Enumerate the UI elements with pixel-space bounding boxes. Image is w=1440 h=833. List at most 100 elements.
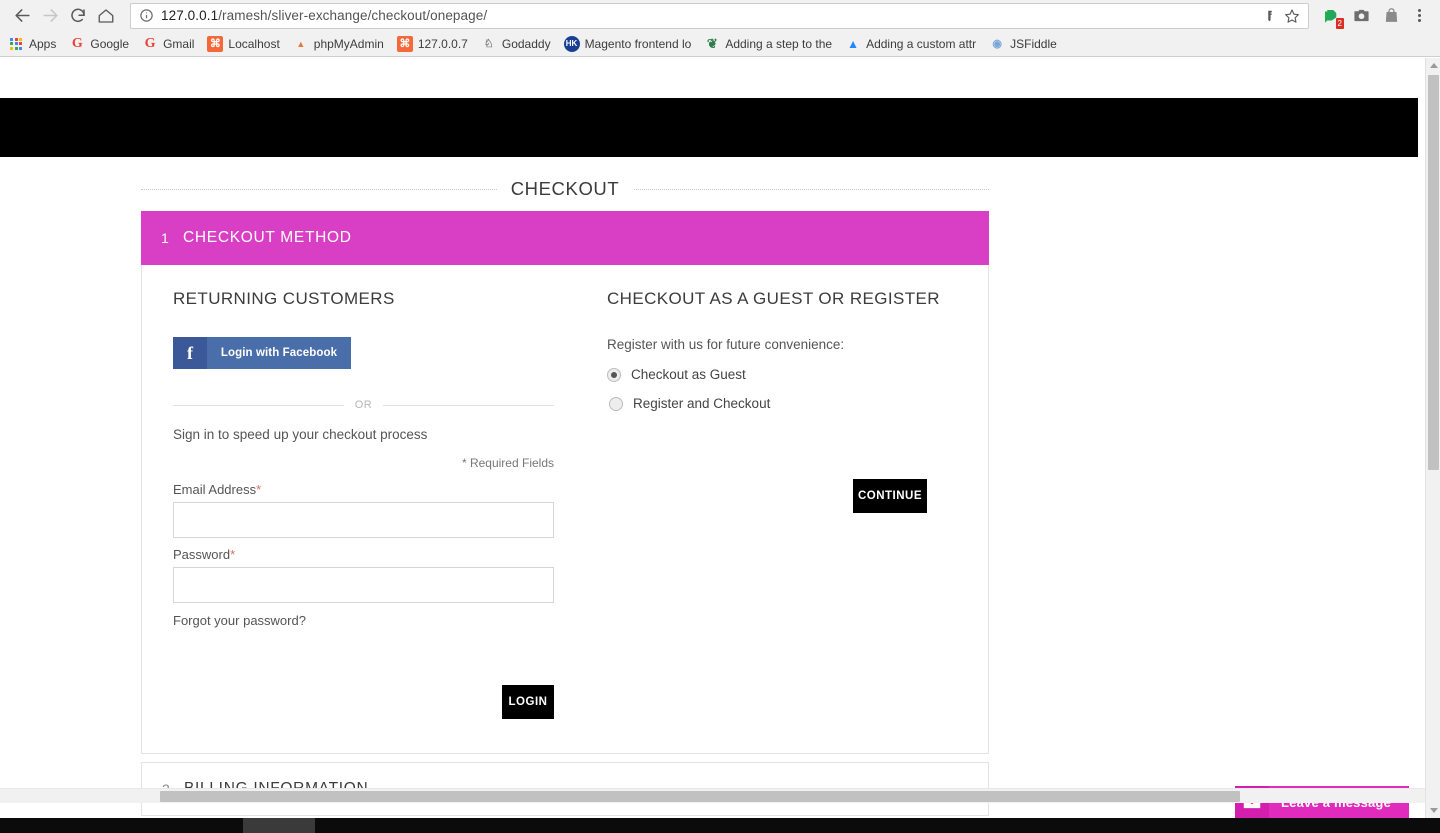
checkout-container: CHECKOUT 1 CHECKOUT METHOD RETURNING CUS… bbox=[141, 176, 989, 833]
key-icon[interactable] bbox=[1260, 6, 1280, 26]
extension-green-icon[interactable]: 2 bbox=[1316, 2, 1346, 30]
extension-icons: 2 bbox=[1316, 2, 1432, 30]
radio-register-and-checkout[interactable]: Register and Checkout bbox=[607, 396, 957, 411]
bookmark-label: Gmail bbox=[163, 36, 195, 51]
gmail-icon: G bbox=[144, 35, 156, 51]
scroll-up-arrow-icon[interactable] bbox=[1426, 58, 1440, 73]
address-bar[interactable]: 127.0.0.1/ramesh/sliver-exchange/checkou… bbox=[130, 2, 1309, 29]
back-arrow-icon[interactable] bbox=[8, 2, 36, 30]
register-note: Register with us for future convenience: bbox=[607, 337, 845, 352]
page-title-row: CHECKOUT bbox=[141, 176, 989, 202]
returning-customers-heading: RETURNING CUSTOMERS bbox=[173, 289, 395, 308]
step-body-checkout-method: RETURNING CUSTOMERS f Login with Faceboo… bbox=[141, 265, 989, 754]
extension-badge: 2 bbox=[1335, 17, 1344, 29]
magento-icon: HK bbox=[563, 35, 580, 52]
camera-icon[interactable] bbox=[1346, 2, 1376, 30]
page-info-icon[interactable] bbox=[139, 8, 154, 23]
bookmark-localhost[interactable]: ⌘ Localhost bbox=[207, 35, 280, 52]
required-marker: * bbox=[230, 547, 236, 562]
bookmark-star-icon[interactable] bbox=[1282, 6, 1302, 26]
required-marker: * bbox=[256, 482, 262, 497]
signin-helper-text: Sign in to speed up your checkout proces… bbox=[173, 427, 428, 442]
bookmark-label: phpMyAdmin bbox=[313, 36, 384, 51]
url-text: 127.0.0.1/ramesh/sliver-exchange/checkou… bbox=[161, 8, 1258, 23]
password-label: Password* bbox=[173, 547, 585, 562]
home-icon[interactable] bbox=[92, 2, 120, 30]
radio-icon-unselected[interactable] bbox=[609, 396, 623, 411]
url-path: /ramesh/sliver-exchange/checkout/onepage… bbox=[218, 8, 488, 23]
email-label-text: Email Address bbox=[173, 482, 257, 497]
facebook-login-button[interactable]: f Login with Facebook bbox=[173, 337, 351, 369]
taskbar-item[interactable] bbox=[243, 818, 315, 833]
atlassian-icon: ▲ bbox=[847, 36, 859, 51]
continue-button-row: CONTINUE bbox=[607, 479, 957, 513]
vertical-scrollbar-thumb[interactable] bbox=[1428, 75, 1439, 470]
reload-icon[interactable] bbox=[64, 2, 92, 30]
or-separator: OR bbox=[173, 399, 554, 411]
bookmark-jsfiddle[interactable]: ◉ JSFiddle bbox=[989, 36, 1057, 52]
forward-arrow-icon bbox=[36, 2, 64, 30]
chrome-menu-icon[interactable] bbox=[1406, 2, 1432, 30]
bookmark-label: Localhost bbox=[228, 36, 280, 51]
browser-window: 127.0.0.1/ramesh/sliver-exchange/checkou… bbox=[0, 0, 1440, 833]
xampp-icon: ⌘ bbox=[207, 35, 224, 52]
checkout-accordion: 1 CHECKOUT METHOD RETURNING CUSTOMERS f … bbox=[141, 211, 989, 833]
guest-register-column: CHECKOUT AS A GUEST OR REGISTER Register… bbox=[585, 289, 957, 719]
bookmark-label: 127.0.0.7 bbox=[417, 36, 468, 51]
step-title: CHECKOUT METHOD bbox=[183, 229, 352, 246]
bookmark-adding-step[interactable]: ❦ Adding a step to the bbox=[704, 36, 832, 52]
shopping-bag-icon[interactable] bbox=[1376, 2, 1406, 30]
scroll-down-arrow-icon[interactable] bbox=[1426, 803, 1440, 818]
bookmark-label: Godaddy bbox=[501, 36, 551, 51]
bookmark-label: Magento frontend lo bbox=[584, 36, 692, 51]
bookmark-gmail[interactable]: G Gmail bbox=[142, 35, 195, 52]
bookmark-godaddy[interactable]: ♘ Godaddy bbox=[481, 36, 551, 52]
bookmarks-bar: Apps G Google G Gmail ⌘ Localhost ▲ phpM… bbox=[0, 31, 1440, 57]
forgot-password-link[interactable]: Forgot your password? bbox=[173, 613, 306, 628]
returning-customers-column: RETURNING CUSTOMERS f Login with Faceboo… bbox=[173, 289, 585, 719]
horizontal-scrollbar-thumb[interactable] bbox=[160, 791, 1240, 802]
bookmark-custom-attr[interactable]: ▲ Adding a custom attr bbox=[845, 36, 976, 52]
guest-register-heading: CHECKOUT AS A GUEST OR REGISTER bbox=[607, 289, 940, 308]
bookmark-magento[interactable]: HK Magento frontend lo bbox=[563, 35, 692, 52]
login-button-row: LOGIN bbox=[173, 685, 554, 719]
email-field[interactable] bbox=[173, 502, 554, 538]
page-title: CHECKOUT bbox=[496, 178, 634, 200]
browser-toolbar: 127.0.0.1/ramesh/sliver-exchange/checkou… bbox=[0, 0, 1440, 31]
password-field[interactable] bbox=[173, 567, 554, 603]
os-taskbar bbox=[0, 818, 1440, 833]
continue-button[interactable]: CONTINUE bbox=[853, 479, 927, 513]
vertical-scrollbar[interactable] bbox=[1425, 58, 1440, 818]
or-label: OR bbox=[354, 399, 373, 411]
horizontal-scrollbar[interactable] bbox=[0, 788, 1425, 803]
email-label: Email Address* bbox=[173, 482, 585, 497]
bookmark-label: Apps bbox=[29, 36, 57, 51]
facebook-icon: f bbox=[173, 337, 207, 369]
site-header-banner bbox=[0, 98, 1418, 157]
bookmark-phpmyadmin[interactable]: ▲ phpMyAdmin bbox=[293, 36, 384, 52]
password-label-text: Password bbox=[173, 547, 231, 562]
bookmark-label: Adding a step to the bbox=[725, 36, 833, 51]
jsfiddle-icon: ◉ bbox=[992, 38, 1002, 50]
phpmyadmin-icon: ▲ bbox=[296, 38, 306, 49]
facebook-login-label: Login with Facebook bbox=[207, 337, 351, 369]
radio-label: Checkout as Guest bbox=[631, 367, 746, 382]
bookmark-apps[interactable]: Apps bbox=[8, 36, 56, 52]
bookmark-label: Google bbox=[90, 36, 130, 51]
login-button[interactable]: LOGIN bbox=[502, 685, 554, 719]
radio-checkout-as-guest[interactable]: Checkout as Guest bbox=[607, 367, 957, 382]
radio-icon-selected[interactable] bbox=[607, 367, 621, 382]
checkout-step-1: 1 CHECKOUT METHOD RETURNING CUSTOMERS f … bbox=[141, 211, 989, 754]
bookmark-127007[interactable]: ⌘ 127.0.0.7 bbox=[396, 35, 468, 52]
bookmark-label: JSFiddle bbox=[1010, 36, 1057, 51]
step-header-checkout-method[interactable]: 1 CHECKOUT METHOD bbox=[141, 211, 989, 265]
web-page: CHECKOUT 1 CHECKOUT METHOD RETURNING CUS… bbox=[0, 58, 1425, 833]
stackoverflow-icon: ❦ bbox=[706, 35, 718, 51]
google-icon: G bbox=[71, 35, 83, 51]
godaddy-icon: ♘ bbox=[483, 38, 494, 50]
bookmark-google[interactable]: G Google bbox=[69, 36, 129, 52]
apps-grid-icon bbox=[8, 36, 24, 52]
page-viewport: CHECKOUT 1 CHECKOUT METHOD RETURNING CUS… bbox=[0, 58, 1440, 833]
xampp-icon: ⌘ bbox=[396, 35, 413, 52]
url-host: 127.0.0.1 bbox=[161, 8, 219, 23]
